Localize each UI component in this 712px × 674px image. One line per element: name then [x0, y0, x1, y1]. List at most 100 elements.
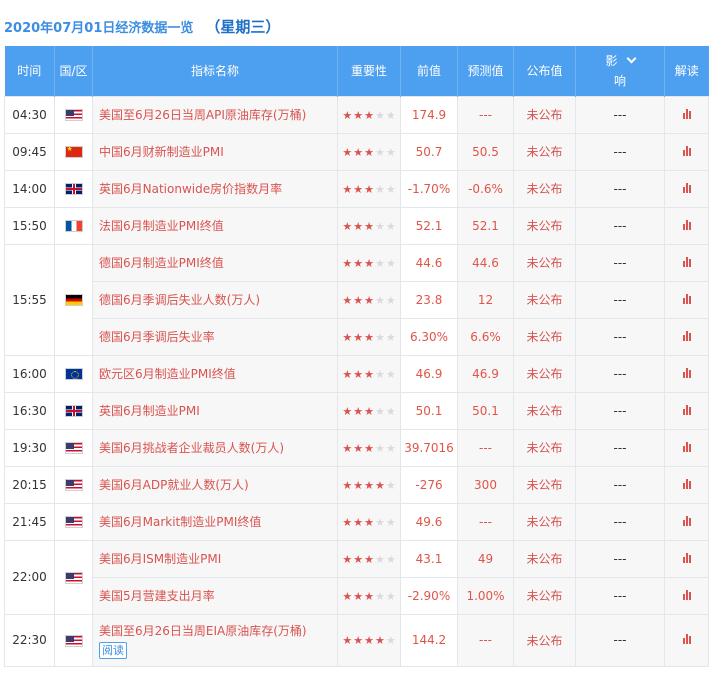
- importance-rating: ★ ★ ★ ★ ★: [337, 539, 401, 578]
- bar-chart-icon[interactable]: [682, 256, 691, 267]
- analysis-cell[interactable]: [664, 465, 709, 504]
- indicator-name-text[interactable]: 中国6月财新制造业PMI: [99, 145, 224, 159]
- indicator-name[interactable]: 英国6月Nationwide房价指数月率: [92, 169, 338, 208]
- indicator-name-text[interactable]: 美国6月挑战者企业裁员人数(万人): [99, 441, 284, 455]
- indicator-name[interactable]: 德国6月季调后失业率: [92, 317, 338, 356]
- indicator-name-text[interactable]: 美国6月Markit制造业PMI终值: [99, 515, 261, 529]
- indicator-name-text[interactable]: 美国6月ADP就业人数(万人): [99, 478, 249, 492]
- bar-chart-icon[interactable]: [682, 634, 691, 644]
- indicator-name-text[interactable]: 德国6月季调后失业人数(万人): [99, 293, 260, 307]
- indicator-name-text[interactable]: 法国6月制造业PMI终值: [99, 219, 224, 233]
- event-time: 16:30: [4, 391, 55, 430]
- star-icon: ★: [374, 441, 385, 455]
- importance-rating: ★ ★ ★ ★ ★: [337, 502, 401, 541]
- region-cell: [54, 206, 93, 245]
- chevron-down-icon[interactable]: [626, 53, 636, 64]
- bar-chart-icon[interactable]: [682, 182, 691, 193]
- analysis-cell[interactable]: [664, 243, 709, 282]
- star-icon: ★: [353, 478, 364, 492]
- indicator-name-text[interactable]: 美国至6月26日当周EIA原油库存(万桶): [99, 624, 307, 638]
- indicator-name[interactable]: 德国6月季调后失业人数(万人): [92, 280, 338, 319]
- bar-chart-icon[interactable]: [682, 478, 691, 489]
- indicator-name[interactable]: 中国6月财新制造业PMI: [92, 132, 338, 171]
- indicator-name[interactable]: 美国6月Markit制造业PMI终值: [92, 502, 338, 541]
- indicator-name-text[interactable]: 英国6月制造业PMI: [99, 404, 200, 418]
- indicator-name-text[interactable]: 德国6月季调后失业率: [99, 330, 215, 344]
- table-row: 15:50 法国6月制造业PMI终值 ★ ★ ★ ★ ★ 52.1 52.1 未公布 ---: [4, 206, 709, 245]
- star-icon: ★: [353, 441, 364, 455]
- star-icon: ★: [353, 589, 364, 603]
- bar-chart-icon[interactable]: [682, 293, 691, 304]
- bar-chart-icon[interactable]: [682, 404, 691, 415]
- indicator-name[interactable]: 美国5月营建支出月率: [92, 576, 338, 615]
- col-impact[interactable]: 影 响: [575, 46, 665, 96]
- star-icon: ★: [374, 404, 385, 418]
- flag-us-icon: [64, 479, 83, 491]
- bar-chart-icon[interactable]: [682, 589, 691, 600]
- flag-gb-icon: [64, 183, 83, 195]
- analysis-cell[interactable]: [664, 539, 709, 578]
- star-icon: ★: [364, 441, 374, 455]
- bar-chart-icon[interactable]: [682, 367, 691, 378]
- star-icon: ★: [342, 108, 353, 122]
- col-importance[interactable]: 重要性: [337, 46, 401, 96]
- star-icon: ★: [364, 634, 374, 647]
- bar-chart-icon[interactable]: [682, 552, 691, 563]
- flag-gb-icon: [64, 405, 83, 417]
- indicator-name[interactable]: 美国6月ISM制造业PMI: [92, 539, 338, 578]
- analysis-cell[interactable]: [664, 428, 709, 467]
- forecast-value: 6.6%: [457, 317, 514, 356]
- importance-rating: ★ ★ ★ ★ ★: [337, 613, 401, 667]
- previous-value: 6.30%: [400, 317, 458, 356]
- analysis-cell[interactable]: [664, 502, 709, 541]
- event-time: 16:00: [4, 354, 55, 393]
- read-button[interactable]: 阅读: [99, 641, 127, 659]
- indicator-name-text[interactable]: 英国6月Nationwide房价指数月率: [99, 182, 282, 196]
- indicator-name[interactable]: 法国6月制造业PMI终值: [92, 206, 338, 245]
- analysis-cell[interactable]: [664, 169, 709, 208]
- analysis-cell[interactable]: [664, 354, 709, 393]
- analysis-cell[interactable]: [664, 95, 709, 134]
- impact-value: ---: [575, 502, 665, 541]
- indicator-name-text[interactable]: 欧元区6月制造业PMI终值: [99, 367, 236, 381]
- table-row: 15:55 德国6月制造业PMI终值 ★ ★ ★ ★ ★ 44.6 44.6 未公布 ---: [4, 243, 709, 356]
- indicator-name-text[interactable]: 美国6月ISM制造业PMI: [99, 552, 221, 566]
- bar-chart-icon[interactable]: [682, 441, 691, 452]
- previous-value: 49.6: [400, 502, 458, 541]
- indicator-name[interactable]: 德国6月制造业PMI终值: [92, 243, 338, 282]
- indicator-name-text[interactable]: 德国6月制造业PMI终值: [99, 256, 224, 270]
- indicator-name[interactable]: 欧元区6月制造业PMI终值: [92, 354, 338, 393]
- heading-weekday: （星期三）: [205, 17, 281, 36]
- analysis-cell[interactable]: [664, 391, 709, 430]
- table-row: 14:00 英国6月Nationwide房价指数月率 ★ ★ ★ ★ ★ -1.70% -0.6…: [4, 169, 709, 208]
- analysis-cell[interactable]: [664, 280, 709, 319]
- analysis-cell[interactable]: [664, 206, 709, 245]
- indicator-name[interactable]: 美国至6月26日当周EIA原油库存(万桶) 阅读: [92, 613, 338, 667]
- forecast-value: 1.00%: [457, 576, 514, 615]
- indicator-name[interactable]: 美国6月ADP就业人数(万人): [92, 465, 338, 504]
- region-cell: [54, 428, 93, 467]
- event-time: 22:30: [4, 613, 55, 667]
- bar-chart-icon[interactable]: [682, 219, 691, 230]
- indicator-name-text[interactable]: 美国5月营建支出月率: [99, 589, 215, 603]
- indicator-name[interactable]: 美国6月挑战者企业裁员人数(万人): [92, 428, 338, 467]
- star-icon: ★: [385, 404, 396, 418]
- bar-chart-icon[interactable]: [682, 108, 691, 119]
- indicator-name[interactable]: 英国6月制造业PMI: [92, 391, 338, 430]
- published-value: 未公布: [513, 502, 576, 541]
- bar-chart-icon[interactable]: [682, 515, 691, 526]
- page-heading: 2020年07月01日经济数据一览 （星期三）: [4, 14, 280, 38]
- analysis-cell[interactable]: [664, 317, 709, 356]
- indicator-name-text[interactable]: 美国至6月26日当周API原油库存(万桶): [99, 108, 306, 122]
- analysis-cell[interactable]: [664, 576, 709, 615]
- star-icon: ★: [385, 108, 396, 122]
- importance-rating: ★ ★ ★ ★ ★: [337, 317, 401, 356]
- analysis-cell[interactable]: [664, 613, 709, 667]
- star-icon: ★: [374, 515, 385, 529]
- star-icon: ★: [385, 515, 396, 529]
- previous-value: 23.8: [400, 280, 458, 319]
- bar-chart-icon[interactable]: [682, 330, 691, 341]
- indicator-name[interactable]: 美国至6月26日当周API原油库存(万桶): [92, 95, 338, 134]
- analysis-cell[interactable]: [664, 132, 709, 171]
- bar-chart-icon[interactable]: [682, 145, 691, 156]
